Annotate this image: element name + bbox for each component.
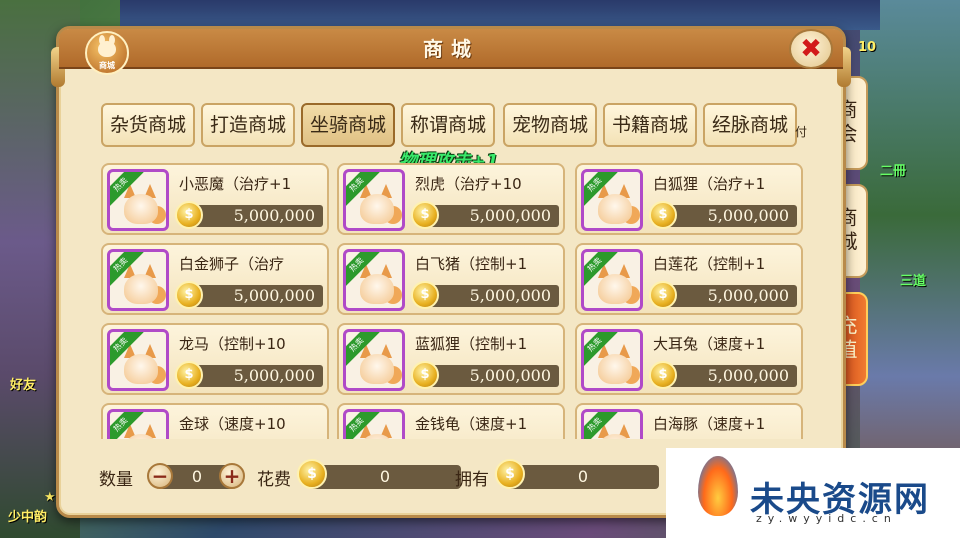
minus-icon: − [151,464,169,488]
tab-mount-store[interactable]: 坐骑商城 [301,103,395,147]
cost-field: 0 [309,465,461,489]
item-card[interactable]: 热卖 蓝狐狸（控制+1 5,000,000 [337,323,565,395]
pet-portrait: 热卖 [343,329,405,391]
coin-icon [175,201,203,229]
coin-icon [175,281,203,309]
item-card[interactable]: 热卖 烈虎（治疗+10 5,000,000 [337,163,565,235]
owned-field: 0 [507,465,659,489]
coin-icon [495,459,525,489]
item-card[interactable]: 热卖 白金狮子（治疗 5,000,000 [101,243,329,315]
price-bar: 5,000,000 [189,205,323,227]
item-grid: 热卖 小恶魔（治疗+1 5,000,000 热卖 烈虎（治疗+10 5,000,… [101,163,811,439]
pet-portrait: 热卖 [343,409,405,439]
tab-book-store[interactable]: 书籍商城 [603,103,697,147]
price-bar: 5,000,000 [663,205,797,227]
item-price: 5,000,000 [233,366,315,385]
coin-icon [175,361,203,389]
price-bar: 5,000,000 [425,285,559,307]
coin-icon [649,361,677,389]
item-name: 烈虎（治疗+10 [415,175,522,193]
item-price: 5,000,000 [469,206,551,225]
panel-title: 商城 [423,37,479,61]
item-card[interactable]: 热卖 白飞猪（控制+1 5,000,000 [337,243,565,315]
item-price: 5,000,000 [469,366,551,385]
item-price: 5,000,000 [469,286,551,305]
item-card[interactable]: 热卖 龙马（控制+10 5,000,000 [101,323,329,395]
item-name: 龙马（控制+10 [179,335,286,353]
pet-portrait: 热卖 [343,169,405,231]
item-price: 5,000,000 [707,366,789,385]
price-bar: 5,000,000 [663,365,797,387]
tab-forge-store[interactable]: 打造商城 [201,103,295,147]
close-icon: ✖ [800,34,822,64]
item-card[interactable]: 热卖 大耳兔（速度+1 5,000,000 [575,323,803,395]
pet-portrait: 热卖 [107,249,169,311]
pet-portrait: 热卖 [107,409,169,439]
bg-level: 10 [858,40,877,55]
coin-icon [411,361,439,389]
mall-logo-icon: 商城 [85,31,129,75]
watermark-flame-icon [684,452,750,532]
category-overflow-text: 付 [795,125,808,139]
item-card[interactable]: 热卖 金球（速度+10 [101,403,329,439]
item-name: 白狐狸（治疗+1 [653,175,766,193]
bg-text-right-2: 二冊 [880,164,907,179]
coin-icon [649,281,677,309]
watermark-url: zy.wyyidc.cn [756,512,897,525]
item-name: 蓝狐狸（控制+1 [415,335,528,353]
cost-label: 花费 [257,470,291,490]
price-bar: 5,000,000 [189,365,323,387]
pet-portrait: 热卖 [581,169,643,231]
tab-general-store[interactable]: 杂货商城 [101,103,195,147]
pet-portrait: 热卖 [581,409,643,439]
shop-panel: 商城 商城 ✖ 杂货商城 打造商城 坐骑商城 称谓商城 宠物商城 书籍商城 经脉… [51,26,851,518]
item-name: 大耳兔（速度+1 [653,335,766,353]
item-card[interactable]: 热卖 白莲花（控制+1 5,000,000 [575,243,803,315]
item-card[interactable]: 热卖 金钱龟（速度+1 [337,403,565,439]
pet-portrait: 热卖 [107,329,169,391]
coin-icon [411,201,439,229]
mall-logo-label: 商城 [99,61,115,70]
quantity-label: 数量 [99,470,133,490]
item-card[interactable]: 热卖 白狐狸（治疗+1 5,000,000 [575,163,803,235]
category-tabs: 杂货商城 打造商城 坐骑商城 称谓商城 宠物商城 书籍商城 经脉商城 [101,103,813,147]
pet-portrait: 热卖 [107,169,169,231]
bg-text-3: 少中韵 [8,510,48,525]
price-bar: 5,000,000 [189,285,323,307]
item-price: 5,000,000 [233,206,315,225]
pet-portrait: 热卖 [343,249,405,311]
bg-text-right-3: 三道 [900,274,927,289]
item-card[interactable]: 热卖 小恶魔（治疗+1 5,000,000 [101,163,329,235]
decrease-quantity-button[interactable]: − [147,463,173,489]
item-name: 白海豚（速度+1 [653,415,766,433]
item-name: 白飞猪（控制+1 [415,255,528,273]
pet-portrait: 热卖 [581,329,643,391]
item-name: 小恶魔（治疗+1 [179,175,292,193]
price-bar: 5,000,000 [663,285,797,307]
tab-title-store[interactable]: 称谓商城 [401,103,495,147]
coin-icon [411,281,439,309]
tab-meridian-store[interactable]: 经脉商城 [703,103,797,147]
item-name: 金球（速度+10 [179,415,286,433]
item-price: 5,000,000 [233,286,315,305]
price-bar: 5,000,000 [425,365,559,387]
item-name: 金钱龟（速度+1 [415,415,528,433]
pet-portrait: 热卖 [581,249,643,311]
item-card[interactable]: 热卖 白海豚（速度+1 [575,403,803,439]
item-name: 白金狮子（治疗 [179,255,285,273]
plus-icon: + [223,464,241,488]
owned-label: 拥有 [455,470,489,490]
item-name: 白莲花（控制+1 [653,255,766,273]
increase-quantity-button[interactable]: + [219,463,245,489]
bg-friend-label: 好友 [10,378,37,393]
tab-pet-store[interactable]: 宠物商城 [503,103,597,147]
item-price: 5,000,000 [707,206,789,225]
close-button[interactable]: ✖ [789,29,833,69]
coin-icon [297,459,327,489]
price-bar: 5,000,000 [425,205,559,227]
item-price: 5,000,000 [707,286,789,305]
coin-icon [649,201,677,229]
